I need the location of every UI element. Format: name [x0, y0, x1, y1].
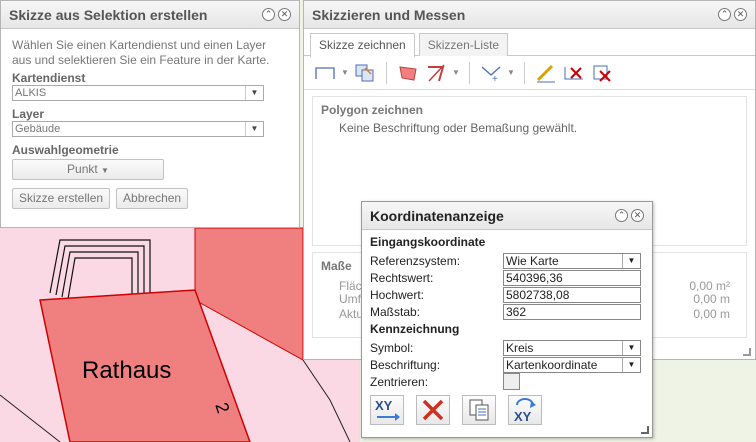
symbol-value: Kreis: [506, 340, 534, 355]
chevron-down-icon: ▼: [245, 122, 263, 136]
reference-system-label: Referenzsystem:: [370, 253, 461, 268]
masse-value: 0,00 m: [693, 307, 730, 321]
chevron-down-icon: ▼: [622, 253, 640, 268]
xy-arrow-icon: XY: [375, 398, 400, 421]
chevron-down-icon: ▼: [101, 166, 109, 175]
toolbar-divider: [524, 61, 525, 84]
collapse-icon[interactable]: ⌃: [615, 209, 628, 222]
xy-refresh-icon: XY: [514, 398, 536, 423]
beschriftung-value: Kartenkoordinate: [506, 357, 598, 372]
building-label: Rathaus: [82, 357, 171, 384]
add-vertex-icon[interactable]: +: [478, 60, 504, 86]
chevron-down-icon[interactable]: ▼: [506, 68, 516, 77]
panel-header: Skizze aus Selektion erstellen ⌃ ✕: [1, 1, 299, 29]
panel-header: Skizzieren und Messen ⌃ ✕: [304, 1, 755, 29]
masse-label: Fläc: [339, 279, 362, 293]
toolbar-divider: [469, 61, 470, 84]
svg-text:XY: XY: [375, 398, 393, 413]
collapse-icon[interactable]: ⌃: [718, 8, 731, 21]
massstab-input[interactable]: 362: [503, 303, 641, 320]
dialog-title: Koordinatenanzeige: [370, 207, 504, 224]
tab-skizze-zeichnen[interactable]: Skizze zeichnen: [310, 33, 415, 57]
copy-icon: [469, 399, 489, 421]
panel-title: Skizzieren und Messen: [312, 6, 466, 23]
kartendienst-value: ALKIS: [15, 87, 47, 99]
close-icon[interactable]: ✕: [631, 209, 644, 222]
coordinate-display-dialog: Koordinatenanzeige ⌃ ✕ Eingangskoordinat…: [361, 201, 653, 438]
beschriftung-select[interactable]: Kartenkoordinate ▼: [503, 356, 641, 373]
copy-geometry-icon[interactable]: [352, 60, 378, 86]
panel-description: Wählen Sie einen Kartendienst und einen …: [12, 38, 270, 67]
beschriftung-label: Beschriftung:: [370, 357, 441, 372]
kartendienst-label: Kartendienst: [12, 71, 86, 85]
geometry-value: Punkt: [67, 162, 98, 176]
input-section-title: Eingangskoordinate: [370, 235, 486, 249]
kartendienst-select[interactable]: ALKIS ▼: [12, 85, 264, 101]
edit-pencil-icon[interactable]: [533, 60, 559, 86]
masse-value: 0,00 m: [693, 292, 730, 306]
resize-handle[interactable]: [641, 426, 649, 434]
collapse-icon[interactable]: ⌃: [262, 8, 275, 21]
masse-label: Umf: [339, 292, 361, 306]
chevron-down-icon: ▼: [245, 86, 263, 100]
chevron-down-icon: ▼: [622, 340, 640, 355]
cancel-button[interactable]: Abbrechen: [116, 188, 189, 209]
svg-text:XY: XY: [514, 409, 532, 423]
clear-button[interactable]: [416, 395, 450, 425]
chevron-down-icon[interactable]: ▼: [451, 68, 461, 77]
polygon-title: Polygon zeichnen: [321, 103, 424, 117]
symbol-select[interactable]: Kreis ▼: [503, 339, 641, 356]
copy-button[interactable]: [462, 395, 496, 425]
hochwert-label: Hochwert:: [370, 287, 425, 302]
massstab-label: Maßstab:: [370, 304, 421, 319]
zentrieren-label: Zentrieren:: [370, 374, 429, 389]
rechtswert-input[interactable]: 540396,36: [503, 269, 641, 286]
dialog-header[interactable]: Koordinatenanzeige ⌃ ✕: [362, 202, 652, 230]
reference-system-select[interactable]: Wie Karte ▼: [503, 252, 641, 269]
polygon-icon[interactable]: [395, 60, 421, 86]
toolbar-divider: [386, 61, 387, 84]
tab-skizzen-liste[interactable]: Skizzen-Liste: [418, 33, 509, 56]
rechtswert-label: Rechtswert:: [370, 270, 434, 285]
zentrieren-checkbox[interactable]: [503, 373, 520, 390]
hochwert-input[interactable]: 5802738,08: [503, 286, 641, 303]
svg-text:+: +: [492, 74, 498, 83]
chevron-down-icon: ▼: [622, 357, 640, 372]
delete-geometry-icon[interactable]: [561, 60, 587, 86]
delete-all-icon[interactable]: [589, 60, 615, 86]
layer-select[interactable]: Gebäude ▼: [12, 121, 264, 137]
cut-line-icon[interactable]: [423, 60, 449, 86]
drawing-toolbar: ▼ ▼ + ▼: [304, 56, 755, 90]
chevron-down-icon[interactable]: ▼: [340, 68, 350, 77]
resize-handle[interactable]: [743, 348, 751, 356]
red-x-icon: [422, 399, 444, 421]
layer-label: Layer: [12, 107, 45, 121]
draw-line-icon[interactable]: [312, 60, 338, 86]
geometry-dropdown-button[interactable]: Punkt ▼: [12, 159, 164, 180]
close-icon[interactable]: ✕: [278, 8, 291, 21]
create-sketch-button[interactable]: Skizze erstellen: [12, 188, 111, 209]
auswahlgeometrie-label: Auswahlgeometrie: [12, 143, 119, 157]
symbol-label: Symbol:: [370, 340, 414, 355]
reference-system-value: Wie Karte: [506, 253, 559, 268]
sketch-from-selection-panel: Skizze aus Selektion erstellen ⌃ ✕ Wähle…: [0, 0, 300, 228]
transform-coordinate-button[interactable]: XY: [508, 395, 542, 425]
masse-value: 0,00 m²: [689, 279, 730, 293]
close-icon[interactable]: ✕: [734, 8, 747, 21]
polygon-hint: Keine Beschriftung oder Bemaßung gewählt…: [339, 121, 578, 135]
panel-title: Skizze aus Selektion erstellen: [9, 6, 208, 23]
kennzeichnung-section-title: Kennzeichnung: [370, 322, 460, 336]
layer-value: Gebäude: [15, 123, 61, 135]
pick-coordinate-button[interactable]: XY: [370, 395, 404, 425]
masse-label: Aktu: [339, 307, 364, 321]
tab-bar: Skizze zeichnen Skizzen-Liste: [304, 29, 755, 57]
